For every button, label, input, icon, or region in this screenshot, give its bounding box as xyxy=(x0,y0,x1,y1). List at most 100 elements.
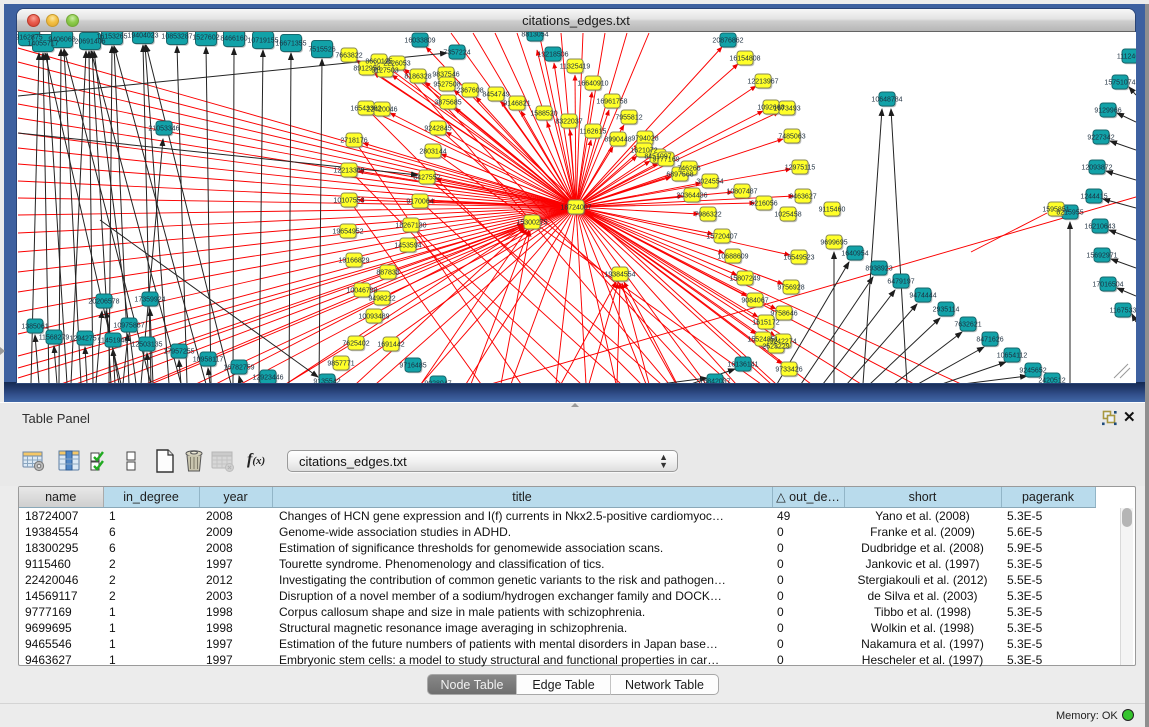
svg-text:11325419: 11325419 xyxy=(560,64,591,71)
svg-text:19384554: 19384554 xyxy=(604,272,635,279)
svg-text:2420512: 2420512 xyxy=(1038,378,1065,384)
svg-text:8938923: 8938923 xyxy=(865,266,892,273)
svg-text:16033809: 16033809 xyxy=(404,38,435,45)
svg-text:9242845: 9242845 xyxy=(424,126,451,133)
svg-text:8186328: 8186328 xyxy=(404,74,431,81)
svg-text:7357224: 7357224 xyxy=(443,50,470,57)
svg-text:11451945: 11451945 xyxy=(98,338,129,345)
svg-text:16136141: 16136141 xyxy=(727,362,758,369)
svg-text:16210643: 16210643 xyxy=(1084,224,1115,231)
svg-text:9777169: 9777169 xyxy=(652,157,679,164)
svg-text:12942757: 12942757 xyxy=(69,336,100,343)
svg-text:9127503: 9127503 xyxy=(371,68,398,75)
svg-text:9227342: 9227342 xyxy=(1087,135,1114,142)
svg-text:18724007: 18724007 xyxy=(560,205,591,212)
svg-text:16549523: 16549523 xyxy=(783,255,814,262)
svg-text:10975867: 10975867 xyxy=(113,323,144,330)
svg-text:10719155: 10719155 xyxy=(247,38,278,45)
svg-text:2367608: 2367608 xyxy=(456,88,483,95)
svg-text:9406068: 9406068 xyxy=(48,37,75,44)
svg-text:15720407: 15720407 xyxy=(706,234,737,241)
svg-text:10853287: 10853287 xyxy=(161,34,192,41)
svg-text:9135542: 9135542 xyxy=(313,379,340,384)
svg-text:16154808: 16154808 xyxy=(729,56,760,63)
svg-text:17016504: 17016504 xyxy=(1092,282,1123,289)
svg-text:20876862: 20876862 xyxy=(712,38,743,45)
svg-text:1640954: 1640954 xyxy=(841,251,868,258)
svg-text:18267130: 18267130 xyxy=(395,223,426,230)
svg-text:19654952: 19654952 xyxy=(332,229,363,236)
svg-text:1167533: 1167533 xyxy=(1110,308,1136,315)
svg-text:10648784: 10648784 xyxy=(871,97,902,104)
svg-text:1595851: 1595851 xyxy=(1042,207,1069,214)
svg-text:1527602: 1527602 xyxy=(192,35,219,42)
svg-text:9146821: 9146821 xyxy=(503,101,530,108)
svg-text:1385061: 1385061 xyxy=(21,324,48,331)
svg-text:12093872: 12093872 xyxy=(1081,165,1112,172)
svg-text:19166829: 19166829 xyxy=(338,258,369,265)
svg-text:20364436: 20364436 xyxy=(676,193,707,200)
svg-text:9245652: 9245652 xyxy=(1019,368,1046,375)
svg-text:3024554: 3024554 xyxy=(696,179,723,186)
svg-text:7663822: 7663822 xyxy=(335,53,362,60)
svg-text:16671355: 16671355 xyxy=(275,41,306,48)
svg-text:16782759: 16782759 xyxy=(223,365,254,372)
svg-text:10654112: 10654112 xyxy=(997,353,1028,360)
svg-text:10107553: 10107553 xyxy=(333,198,364,205)
svg-text:10958117: 10958117 xyxy=(193,357,224,364)
svg-text:21053346: 21053346 xyxy=(148,126,179,133)
svg-text:1691442: 1691442 xyxy=(377,342,404,349)
svg-text:20206578: 20206578 xyxy=(88,299,119,306)
svg-text:1112463: 1112463 xyxy=(1117,54,1136,61)
svg-text:1162615: 1162615 xyxy=(580,129,607,136)
svg-text:3875685: 3875685 xyxy=(434,100,461,107)
svg-text:15300275: 15300275 xyxy=(516,220,547,227)
svg-text:9758646: 9758646 xyxy=(770,311,797,318)
svg-text:1673493: 1673493 xyxy=(773,106,800,113)
svg-text:1244415: 1244415 xyxy=(1080,194,1107,201)
svg-text:8466160: 8466160 xyxy=(220,36,247,43)
svg-text:15751074: 15751074 xyxy=(1104,80,1135,87)
svg-text:9699695: 9699695 xyxy=(820,240,847,247)
svg-text:15692971: 15692971 xyxy=(1086,253,1117,260)
svg-text:12503135: 12503135 xyxy=(131,342,162,349)
svg-text:7986322: 7986322 xyxy=(694,212,721,219)
svg-text:9170064: 9170064 xyxy=(406,199,433,206)
svg-text:10046798: 10046798 xyxy=(346,288,377,295)
svg-text:10093489: 10093489 xyxy=(358,314,389,321)
svg-text:7515526: 7515526 xyxy=(308,47,335,54)
svg-text:2718176: 2718176 xyxy=(340,138,367,145)
svg-text:6897568: 6897568 xyxy=(666,172,693,179)
svg-text:746266: 746266 xyxy=(677,166,700,173)
svg-text:12923446: 12923446 xyxy=(252,375,283,382)
svg-text:19404023: 19404023 xyxy=(127,33,158,40)
svg-text:7955812: 7955812 xyxy=(615,115,642,122)
svg-text:12213967: 12213967 xyxy=(747,79,778,86)
svg-text:16961758: 16961758 xyxy=(596,99,627,106)
svg-text:1588520: 1588520 xyxy=(530,111,557,118)
svg-text:7485063: 7485063 xyxy=(778,134,805,141)
svg-text:16640910: 16640910 xyxy=(577,81,608,88)
svg-text:9733426: 9733426 xyxy=(775,367,802,374)
svg-text:17957255: 17957255 xyxy=(163,349,194,356)
svg-text:1453594: 1453594 xyxy=(394,243,421,250)
svg-text:9028047: 9028047 xyxy=(424,381,451,384)
svg-text:9129966: 9129966 xyxy=(1094,108,1121,115)
svg-text:9794028: 9794028 xyxy=(631,136,658,143)
svg-text:10688609: 10688609 xyxy=(717,254,748,261)
svg-text:9242274: 9242274 xyxy=(769,339,796,346)
svg-text:9837546: 9837546 xyxy=(432,72,459,79)
svg-text:9463627: 9463627 xyxy=(789,194,816,201)
svg-text:9115460: 9115460 xyxy=(819,207,846,214)
svg-text:1025458: 1025458 xyxy=(774,212,801,219)
svg-text:8322037: 8322037 xyxy=(555,119,582,126)
svg-text:8813054: 8813054 xyxy=(521,32,548,39)
svg-text:7632621: 7632621 xyxy=(954,322,981,329)
svg-text:12975115: 12975115 xyxy=(785,165,816,172)
svg-text:10807487: 10807487 xyxy=(726,189,757,196)
svg-text:8471626: 8471626 xyxy=(976,337,1003,344)
svg-text:9716485: 9716485 xyxy=(399,363,426,370)
svg-text:9857771: 9857771 xyxy=(327,361,354,368)
svg-text:19218506: 19218506 xyxy=(537,52,568,59)
svg-text:2935114: 2935114 xyxy=(933,307,960,314)
